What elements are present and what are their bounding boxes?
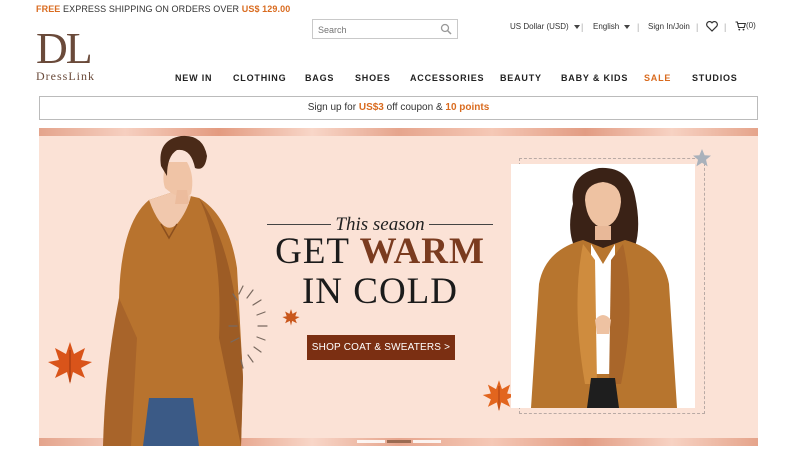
points-amount: 10 points — [445, 102, 490, 113]
chevron-down-icon — [624, 24, 631, 29]
coupon-amount: US$3 — [358, 102, 384, 113]
headline-line-2: IN COLD — [301, 271, 458, 312]
carousel-dot-3[interactable] — [413, 440, 441, 443]
sign-in-link[interactable]: Sign In/Join — [648, 22, 690, 31]
search-icon[interactable] — [440, 23, 452, 35]
free-shipping-banner: FREE EXPRESS SHIPPING ON ORDERS OVER US$… — [36, 4, 290, 14]
currency-selector[interactable]: US Dollar (USD) — [510, 22, 580, 31]
nav-beauty[interactable]: BEAUTY — [500, 73, 542, 83]
search-input[interactable] — [313, 21, 433, 39]
free-label: FREE — [36, 4, 61, 14]
star-icon — [693, 149, 711, 167]
headline-get-warm-in-cold: GET WARM IN COLD — [251, 232, 509, 312]
nav-accessories[interactable]: ACCESSORIES — [410, 73, 484, 83]
nav-new-in[interactable]: NEW IN — [175, 73, 212, 83]
cart-icon — [735, 21, 747, 31]
shipping-threshold: US$ 129.00 — [241, 4, 291, 14]
headline-line-1: GET WARM — [251, 232, 509, 272]
language-selector[interactable]: English — [593, 22, 631, 31]
heart-icon[interactable] — [706, 21, 718, 32]
nav-bags[interactable]: BAGS — [305, 73, 334, 83]
nav-studios[interactable]: STUDIOS — [692, 73, 738, 83]
headline-get: GET — [275, 231, 350, 272]
shop-coat-sweaters-button[interactable]: SHOP COAT & SWEATERS > — [307, 335, 455, 360]
divider: | — [581, 22, 584, 32]
signup-middle: off coupon & — [386, 102, 443, 113]
divider: | — [696, 22, 699, 32]
carousel-dot-2[interactable] — [387, 440, 411, 443]
chevron-down-icon — [573, 24, 580, 29]
carousel-indicators[interactable] — [357, 430, 445, 443]
model-in-satin-jacket-image — [511, 164, 695, 408]
shipping-text: EXPRESS SHIPPING ON ORDERS OVER — [63, 4, 240, 14]
hero-banner[interactable]: This season GET WARM IN COLD SHOP COAT &… — [39, 128, 758, 446]
currency-label: US Dollar (USD) — [510, 22, 569, 31]
maple-leaf-icon — [282, 309, 300, 326]
nav-sale[interactable]: SALE — [644, 73, 671, 83]
search-box[interactable] — [312, 19, 458, 39]
nav-baby-kids[interactable]: BABY & KIDS — [561, 73, 628, 83]
headline-warm: WARM — [359, 231, 485, 272]
dresslink-logo[interactable]: DL DressLink — [36, 27, 116, 85]
maple-leaf-icon — [48, 342, 92, 384]
nav-clothing[interactable]: CLOTHING — [233, 73, 286, 83]
signup-prefix: Sign up for — [307, 102, 357, 113]
language-label: English — [593, 22, 620, 31]
divider: | — [637, 22, 640, 32]
signup-coupon-bar[interactable]: Sign up for US$3 off coupon & 10 points — [39, 96, 758, 120]
logo-mark: DL — [36, 24, 93, 73]
carousel-dot-1[interactable] — [357, 440, 385, 443]
divider: | — [724, 22, 727, 32]
sparkle-lines-decoration — [228, 285, 268, 369]
nav-shoes[interactable]: SHOES — [355, 73, 391, 83]
headline-rule-right — [429, 224, 493, 225]
headline-rule-left — [267, 224, 331, 225]
cart-count: (0) — [746, 21, 756, 31]
logo-text: DressLink — [36, 69, 95, 83]
cart-link[interactable]: (0) — [735, 21, 756, 31]
